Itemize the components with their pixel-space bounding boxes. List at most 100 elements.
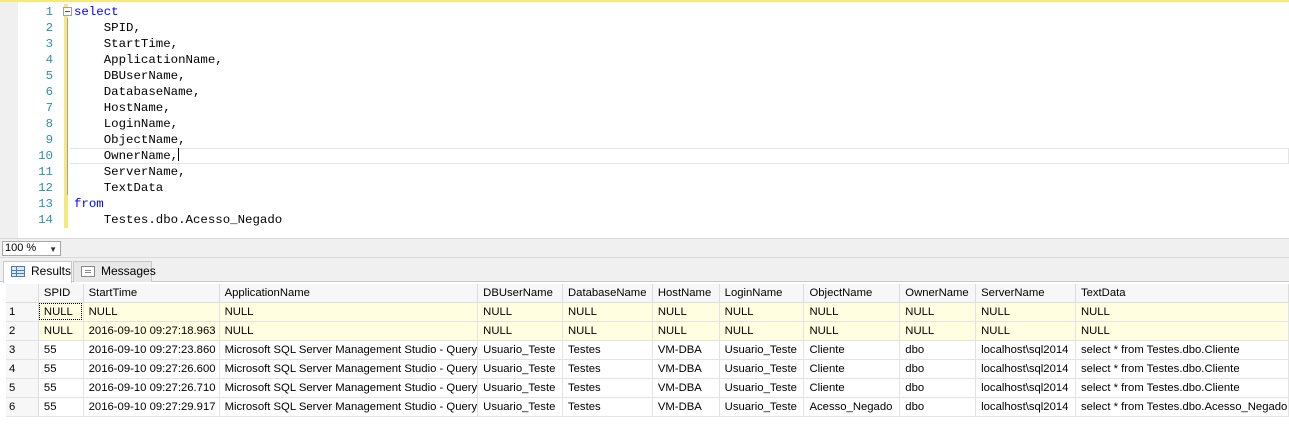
column-header[interactable]: TextData bbox=[1075, 284, 1289, 303]
grid-cell[interactable]: dbo bbox=[899, 397, 977, 417]
grid-cell[interactable]: Usuario_Teste bbox=[477, 340, 563, 360]
grid-cell[interactable]: Usuario_Teste bbox=[719, 397, 805, 417]
table-row[interactable]: 1 NULL NULL NULL NULL NULL NULL NULL NULL NULL NUL… bbox=[6, 302, 1289, 322]
grid-cell[interactable]: Microsoft SQL Server Management Studio -… bbox=[219, 378, 479, 398]
column-header[interactable]: ObjectName bbox=[803, 284, 901, 303]
grid-cell[interactable]: 2016-09-10 09:27:23.860 bbox=[83, 340, 220, 360]
grid-cell[interactable]: NULL bbox=[899, 321, 977, 341]
code-line[interactable]: 9 ObjectName, bbox=[18, 132, 1289, 148]
collapse-minus-icon[interactable] bbox=[63, 7, 72, 16]
grid-cell[interactable]: dbo bbox=[899, 378, 977, 398]
column-header[interactable]: SPID bbox=[38, 284, 84, 303]
grid-cell[interactable]: NULL bbox=[803, 302, 901, 322]
grid-cell[interactable]: NULL bbox=[562, 302, 653, 322]
query-editor[interactable]: 1 select 2 SPID, 3 StartTime, 4 ApplicationN… bbox=[0, 0, 1289, 240]
column-header[interactable]: OwnerName bbox=[899, 284, 977, 303]
grid-cell[interactable]: Usuario_Teste bbox=[477, 378, 563, 398]
grid-cell[interactable]: localhost\sql2014 bbox=[975, 378, 1076, 398]
grid-cell[interactable]: 55 bbox=[38, 378, 84, 398]
grid-cell[interactable]: NULL bbox=[975, 302, 1076, 322]
grid-cell[interactable]: Usuario_Teste bbox=[719, 340, 805, 360]
grid-cell[interactable]: Usuario_Teste bbox=[719, 359, 805, 379]
code-line[interactable]: 1 select bbox=[18, 4, 1289, 20]
grid-cell[interactable]: select * from Testes.dbo.Cliente bbox=[1075, 340, 1289, 360]
row-number[interactable]: 6 bbox=[6, 397, 39, 417]
grid-cell[interactable]: Testes bbox=[562, 397, 653, 417]
grid-cell[interactable]: Microsoft SQL Server Management Studio -… bbox=[219, 359, 479, 379]
grid-cell[interactable]: NULL bbox=[899, 302, 977, 322]
table-row[interactable]: 4 55 2016-09-10 09:27:26.600 Microsoft SQL … bbox=[6, 359, 1289, 379]
row-number[interactable]: 4 bbox=[6, 359, 39, 379]
grid-cell[interactable]: NULL bbox=[1075, 302, 1289, 322]
code-line[interactable]: 12 TextData bbox=[18, 180, 1289, 196]
grid-cell[interactable]: NULL bbox=[219, 321, 479, 341]
column-header[interactable]: DBUserName bbox=[477, 284, 563, 303]
code-line[interactable]: 4 ApplicationName, bbox=[18, 52, 1289, 68]
grid-cell[interactable]: Microsoft SQL Server Management Studio -… bbox=[219, 340, 479, 360]
row-number[interactable]: 3 bbox=[6, 340, 39, 360]
column-header[interactable]: LoginName bbox=[719, 284, 805, 303]
grid-cell[interactable]: VM-DBA bbox=[652, 397, 720, 417]
code-line[interactable]: 10 OwnerName, bbox=[18, 148, 1289, 164]
grid-cell[interactable]: Cliente bbox=[803, 340, 901, 360]
table-row[interactable]: 5 55 2016-09-10 09:27:26.710 Microsoft SQL … bbox=[6, 378, 1289, 398]
grid-cell[interactable]: 55 bbox=[38, 340, 84, 360]
grid-cell[interactable]: NULL bbox=[1075, 321, 1289, 341]
row-number[interactable]: 5 bbox=[6, 378, 39, 398]
grid-cell[interactable]: Usuario_Teste bbox=[477, 359, 563, 379]
grid-cell[interactable]: select * from Testes.dbo.Cliente bbox=[1075, 378, 1289, 398]
code-line[interactable]: 7 HostName, bbox=[18, 100, 1289, 116]
grid-cell[interactable]: Usuario_Teste bbox=[719, 378, 805, 398]
grid-cell[interactable]: NULL bbox=[975, 321, 1076, 341]
grid-cell[interactable]: Cliente bbox=[803, 378, 901, 398]
tab-messages[interactable]: Messages bbox=[73, 261, 156, 282]
grid-cell[interactable]: NULL bbox=[562, 321, 653, 341]
grid-cell[interactable]: VM-DBA bbox=[652, 359, 720, 379]
grid-cell[interactable]: 2016-09-10 09:27:26.600 bbox=[83, 359, 220, 379]
grid-cell[interactable]: 2016-09-10 09:27:29.917 bbox=[83, 397, 220, 417]
column-header[interactable]: StartTime bbox=[83, 284, 220, 303]
grid-cell[interactable]: select * from Testes.dbo.Acesso_Negado bbox=[1075, 397, 1289, 417]
grid-cell[interactable]: Acesso_Negado bbox=[803, 397, 901, 417]
grid-cell[interactable]: dbo bbox=[899, 340, 977, 360]
code-line[interactable]: 14 Testes.dbo.Acesso_Negado bbox=[18, 212, 1289, 228]
grid-cell[interactable]: Cliente bbox=[803, 359, 901, 379]
grid-cell[interactable]: NULL bbox=[219, 302, 479, 322]
row-number[interactable]: 2 bbox=[6, 321, 39, 341]
code-line[interactable]: 11 ServerName, bbox=[18, 164, 1289, 180]
chevron-down-icon[interactable]: ▼ bbox=[49, 243, 57, 256]
grid-cell[interactable]: NULL bbox=[38, 321, 84, 341]
grid-corner[interactable] bbox=[6, 284, 39, 303]
table-row[interactable]: 3 55 2016-09-10 09:27:23.860 Microsoft SQL … bbox=[6, 340, 1289, 360]
grid-cell[interactable]: 55 bbox=[38, 359, 84, 379]
tab-results[interactable]: Results bbox=[3, 261, 72, 283]
grid-cell[interactable]: NULL bbox=[652, 321, 720, 341]
grid-cell[interactable]: Testes bbox=[562, 378, 653, 398]
grid-cell[interactable]: localhost\sql2014 bbox=[975, 340, 1076, 360]
zoom-dropdown[interactable]: 100 % ▼ bbox=[2, 241, 61, 256]
code-line[interactable]: 5 DBUserName, bbox=[18, 68, 1289, 84]
code-line[interactable]: 6 DatabaseName, bbox=[18, 84, 1289, 100]
table-row[interactable]: 6 55 2016-09-10 09:27:29.917 Microsoft SQL … bbox=[6, 397, 1289, 417]
grid-cell[interactable]: 2016-09-10 09:27:18.963 bbox=[83, 321, 220, 341]
column-header[interactable]: HostName bbox=[652, 284, 720, 303]
grid-cell[interactable]: Usuario_Teste bbox=[477, 397, 563, 417]
table-row[interactable]: 2 NULL 2016-09-10 09:27:18.963 NULL NULL NULL… bbox=[6, 321, 1289, 341]
grid-cell[interactable]: NULL bbox=[477, 302, 563, 322]
grid-cell[interactable]: localhost\sql2014 bbox=[975, 359, 1076, 379]
code-line[interactable]: 3 StartTime, bbox=[18, 36, 1289, 52]
grid-cell[interactable]: 55 bbox=[38, 397, 84, 417]
grid-cell[interactable]: NULL bbox=[38, 302, 84, 322]
grid-cell[interactable]: VM-DBA bbox=[652, 340, 720, 360]
grid-cell[interactable]: localhost\sql2014 bbox=[975, 397, 1076, 417]
grid-cell[interactable]: NULL bbox=[719, 302, 805, 322]
grid-cell[interactable]: select * from Testes.dbo.Cliente bbox=[1075, 359, 1289, 379]
code-line[interactable]: 13 from bbox=[18, 196, 1289, 212]
grid-cell[interactable]: NULL bbox=[83, 302, 220, 322]
column-header[interactable]: ApplicationName bbox=[219, 284, 479, 303]
grid-cell[interactable]: NULL bbox=[719, 321, 805, 341]
grid-cell[interactable]: dbo bbox=[899, 359, 977, 379]
row-number[interactable]: 1 bbox=[6, 302, 39, 322]
grid-cell[interactable]: 2016-09-10 09:27:26.710 bbox=[83, 378, 220, 398]
grid-cell[interactable]: Testes bbox=[562, 340, 653, 360]
